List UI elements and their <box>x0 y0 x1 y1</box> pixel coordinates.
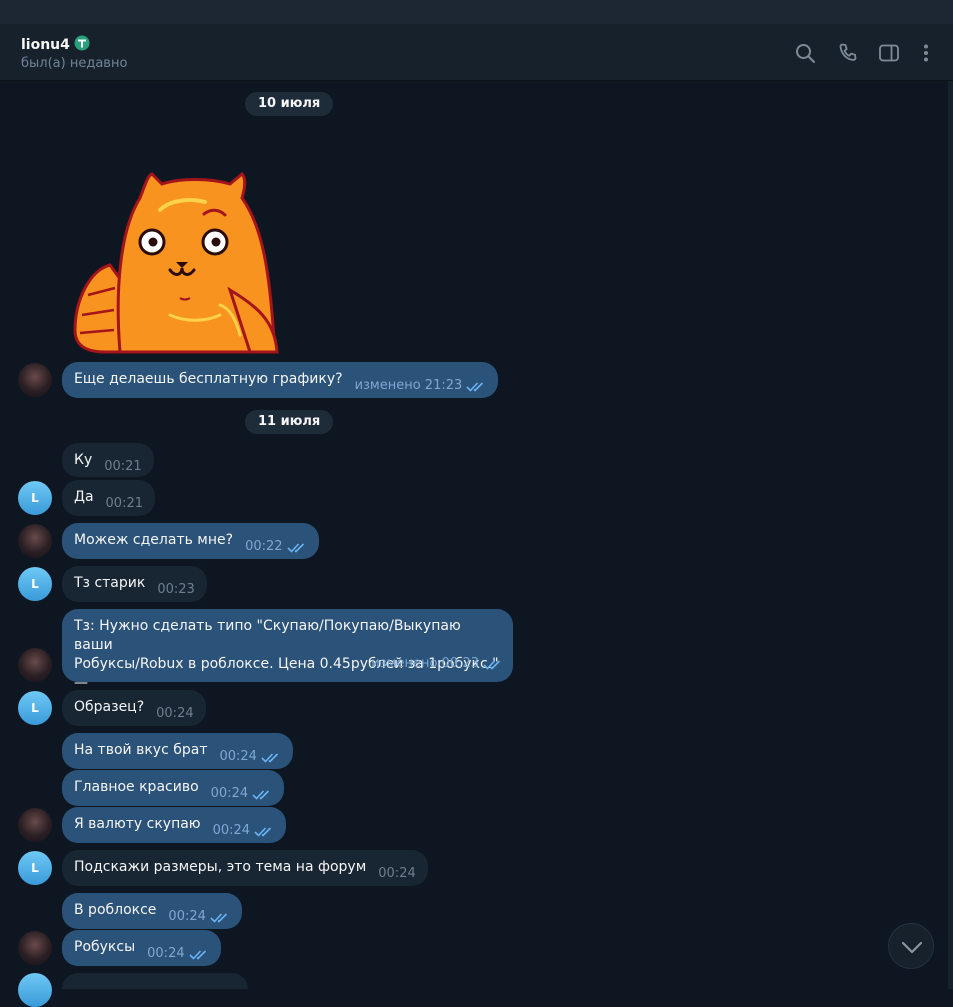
message-time: 00:24 <box>378 866 416 881</box>
message-bubble[interactable]: Робуксы 00:24 <box>62 930 221 966</box>
message-bubble[interactable]: Я валюту скупаю 00:24 <box>62 807 287 843</box>
read-checkmarks-icon <box>252 787 272 806</box>
message-time: изменено 00:23 <box>371 654 503 676</box>
contact-status: был(а) недавно <box>21 56 128 71</box>
verified-badge-icon <box>74 35 90 55</box>
message-text: Да <box>74 489 94 505</box>
message-bubble[interactable]: Да 00:21 <box>62 480 155 516</box>
search-icon[interactable] <box>794 42 816 64</box>
message-time: 00:23 <box>157 582 195 597</box>
contact-avatar[interactable]: L <box>18 851 52 885</box>
message-text: Еще делаешь бесплатную графику? <box>74 371 343 387</box>
message-bubble[interactable]: Еще делаешь бесплатную графику? изменено … <box>62 362 499 398</box>
message-text: Образец? <box>74 699 145 715</box>
phone-icon[interactable] <box>837 42 859 64</box>
read-checkmarks-icon <box>189 947 209 966</box>
message-time: 00:24 <box>211 784 272 806</box>
date-separator: 10 июля <box>245 92 334 116</box>
message-text: На твой вкус брат <box>74 742 208 758</box>
scroll-down-button[interactable] <box>888 923 934 969</box>
message-time: 00:24 <box>219 747 280 769</box>
message-bubble[interactable] <box>62 973 248 989</box>
date-separator: 11 июля <box>245 410 334 434</box>
message-bubble[interactable]: На твой вкус брат 00:24 <box>62 733 293 769</box>
read-checkmarks-icon <box>286 540 307 559</box>
message-time: 00:24 <box>156 706 194 721</box>
user-avatar[interactable] <box>18 648 52 682</box>
message-bubble[interactable]: Можеж сделать мне? 00:22 <box>62 523 319 559</box>
message-text: В роблоксе <box>74 902 157 918</box>
message-time: 00:24 <box>213 821 274 843</box>
message-time: изменено 21:23 <box>355 376 487 398</box>
contact-avatar[interactable] <box>18 973 52 1007</box>
message-text: Можеж сделать мне? <box>74 532 234 548</box>
message-bubble[interactable]: Главное красиво 00:24 <box>62 770 285 806</box>
window-title-strip <box>0 0 953 24</box>
message-time: 00:24 <box>168 907 229 929</box>
read-checkmarks-icon <box>466 379 486 398</box>
more-vert-icon[interactable] <box>915 42 937 64</box>
message-text: Я валюту скупаю <box>74 816 201 832</box>
message-bubble[interactable]: Ку 00:21 <box>62 443 154 477</box>
chevron-down-icon <box>901 941 923 954</box>
user-avatar[interactable] <box>18 931 52 965</box>
cat-sticker-image[interactable] <box>70 170 280 356</box>
message-text: Робуксы <box>74 939 136 955</box>
chat-scrollbar-track[interactable] <box>948 81 953 989</box>
message-text: Тз старик <box>74 575 146 591</box>
read-checkmarks-icon <box>261 750 281 769</box>
message-time: 00:21 <box>105 496 143 511</box>
chat-header[interactable]: lionu4 был(а) недавно <box>0 24 953 81</box>
user-avatar[interactable] <box>18 524 52 558</box>
user-avatar[interactable] <box>18 363 52 397</box>
message-text-line: Тз: Нужно сделать типо "Скупаю/Покупаю/В… <box>74 618 461 653</box>
read-checkmarks-icon <box>254 824 274 843</box>
sidebar-toggle-icon[interactable] <box>878 42 900 64</box>
message-bubble[interactable]: В роблоксе 00:24 <box>62 893 242 929</box>
message-bubble[interactable]: Подскажи размеры, это тема на форум 00:24 <box>62 850 428 886</box>
message-text: Ку <box>74 452 93 468</box>
message-time: 00:21 <box>104 459 142 474</box>
message-text: Главное красиво <box>74 779 199 795</box>
read-checkmarks-icon <box>483 657 503 676</box>
message-bubble[interactable]: Образец? 00:24 <box>62 690 206 726</box>
message-time: 00:24 <box>147 944 208 966</box>
message-time: 00:22 <box>245 537 306 559</box>
contact-avatar[interactable]: L <box>18 481 52 515</box>
message-text: Подскажи размеры, это тема на форум <box>74 859 367 875</box>
message-bubble[interactable]: Тз старик 00:23 <box>62 566 207 602</box>
user-avatar[interactable] <box>18 808 52 842</box>
contact-name[interactable]: lionu4 <box>21 35 90 55</box>
contact-avatar[interactable]: L <box>18 691 52 725</box>
message-bubble[interactable]: Тз: Нужно сделать типо "Скупаю/Покупаю/В… <box>62 609 513 710</box>
read-checkmarks-icon <box>210 910 230 929</box>
contact-avatar[interactable]: L <box>18 567 52 601</box>
